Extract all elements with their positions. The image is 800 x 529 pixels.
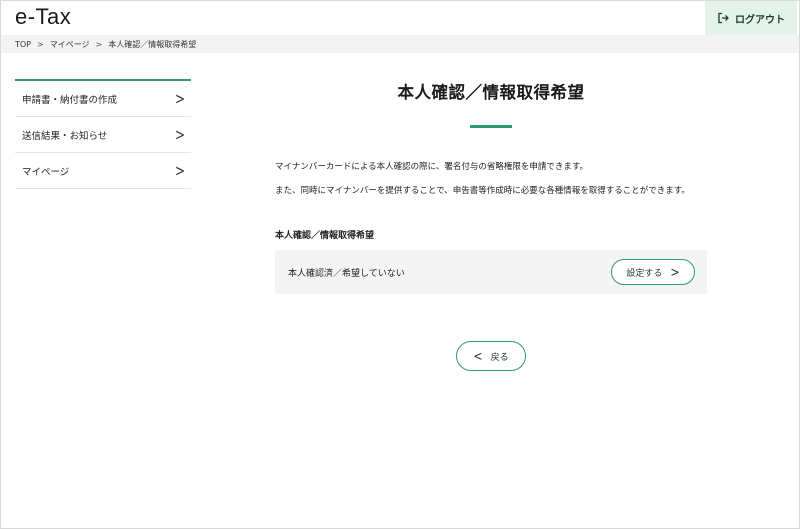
chevron-right-icon: > (174, 89, 185, 108)
main-content: 本人確認／情報取得希望 マイナンバーカードによる本人確認の際に、署名付与の省略権… (275, 71, 707, 294)
setting-row: 本人確認済／希望していない 設定する > (275, 250, 707, 294)
breadcrumb: TOP > マイページ > 本人確認／情報取得希望 (1, 35, 799, 53)
chevron-right-icon: > (670, 264, 680, 280)
back-button-label: 戻る (490, 352, 509, 363)
logout-label: ログアウト (735, 14, 785, 26)
description-paragraph: マイナンバーカードによる本人確認の際に、署名付与の省略権限を申請できます。 (275, 162, 588, 172)
breadcrumb-current: 本人確認／情報取得希望 (108, 39, 197, 49)
section-heading: 本人確認／情報取得希望 (275, 231, 375, 241)
set-button-label: 設定する (626, 268, 663, 279)
chevron-left-icon: < (473, 348, 483, 364)
sidebar-item-label: 申請書・納付書の作成 (22, 94, 118, 106)
description-paragraph: また、同時にマイナンバーを提供することで、申告書等作成時に必要な各種情報を取得す… (275, 186, 690, 196)
sidebar-item-create-forms[interactable]: 申請書・納付書の作成 > (15, 81, 191, 117)
logout-icon (717, 12, 729, 24)
set-button[interactable]: 設定する > (611, 259, 695, 285)
sidebar: 申請書・納付書の作成 > 送信結果・お知らせ > マイページ > (15, 79, 191, 189)
sidebar-item-mypage[interactable]: マイページ > (15, 153, 191, 189)
logout-button[interactable]: ログアウト (705, 1, 797, 35)
sidebar-item-results-notices[interactable]: 送信結果・お知らせ > (15, 117, 191, 153)
title-underline (470, 125, 512, 128)
breadcrumb-top[interactable]: TOP (15, 40, 31, 49)
breadcrumb-separator: > (37, 39, 44, 49)
page-title: 本人確認／情報取得希望 (397, 83, 585, 102)
breadcrumb-mypage[interactable]: マイページ (50, 39, 90, 50)
description: マイナンバーカードによる本人確認の際に、署名付与の省略権限を申請できます。 また… (275, 160, 707, 198)
chevron-right-icon: > (174, 161, 185, 180)
etax-logo[interactable]: e-Tax (15, 4, 71, 30)
status-text: 本人確認済／希望していない (288, 268, 405, 279)
header: e-Tax ログアウト (1, 1, 799, 35)
sidebar-item-label: 送信結果・お知らせ (22, 130, 108, 142)
breadcrumb-separator: > (95, 39, 103, 49)
chevron-right-icon: > (174, 125, 185, 144)
sidebar-item-label: マイページ (22, 166, 70, 178)
back-button[interactable]: < 戻る (456, 341, 526, 371)
